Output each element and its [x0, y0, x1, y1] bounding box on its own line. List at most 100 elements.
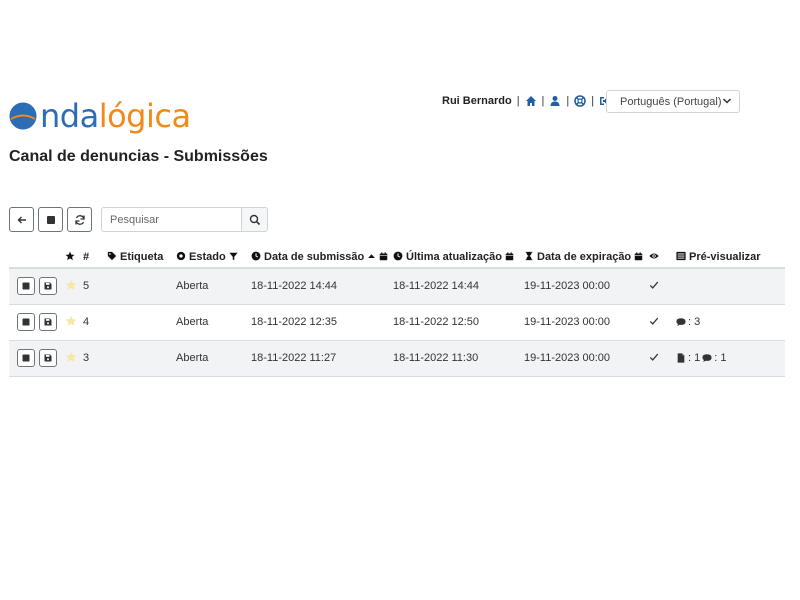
table-row[interactable]: 5 Aberta 18-11-2022 14:44 18-11-2022 14:…	[9, 268, 785, 304]
header-status[interactable]: Estado	[176, 246, 251, 269]
row-id: 5	[83, 268, 107, 304]
save-row-button[interactable]	[39, 313, 57, 331]
sort-ascending-icon[interactable]	[367, 252, 376, 261]
calendar-icon[interactable]	[379, 251, 388, 261]
comment-icon	[702, 354, 712, 363]
save-icon	[44, 354, 52, 362]
header-preview[interactable]: Pré-visualizar	[676, 246, 785, 269]
check-icon	[649, 317, 659, 325]
chevron-down-icon	[722, 98, 732, 104]
star-icon	[65, 351, 77, 362]
row-status: Aberta	[176, 316, 209, 328]
header-star[interactable]	[65, 246, 83, 269]
row-submitted: 18-11-2022 14:44	[251, 268, 393, 304]
list-icon	[676, 251, 686, 260]
row-preview: : 1 : 1	[676, 340, 785, 376]
circle-icon	[176, 251, 186, 260]
clock-icon	[393, 251, 403, 260]
search-button[interactable]	[241, 207, 268, 232]
star-icon	[65, 315, 77, 326]
header-submission-date[interactable]: Data de submissão	[251, 246, 393, 269]
user-icon[interactable]	[549, 95, 561, 107]
row-label	[107, 304, 176, 340]
select-all-button[interactable]	[38, 207, 63, 232]
back-arrow-icon	[17, 216, 26, 223]
header-viewed[interactable]	[649, 246, 676, 269]
header-last-update[interactable]: Última atualização	[393, 246, 524, 269]
comment-count: : 1	[714, 352, 727, 364]
search-group	[101, 207, 268, 232]
row-status: Aberta	[176, 268, 251, 304]
select-row-button[interactable]	[17, 313, 35, 331]
logo-mark-icon	[8, 101, 38, 131]
header-hash[interactable]: #	[83, 246, 107, 269]
refresh-button[interactable]	[67, 207, 92, 232]
row-preview: : 3	[676, 304, 785, 340]
stop-icon	[22, 318, 30, 326]
save-row-button[interactable]	[39, 349, 57, 367]
star-icon	[65, 279, 77, 290]
row-viewed	[649, 268, 676, 304]
table-header-row: # Etiqueta Estado Data de submissão Últi…	[9, 246, 785, 269]
tag-icon	[107, 251, 117, 260]
check-icon	[649, 353, 659, 361]
table-row[interactable]: 3 Aberta 18-11-2022 11:27 18-11-2022 11:…	[9, 340, 785, 376]
file-count: : 1	[688, 352, 701, 364]
row-submitted: 18-11-2022 12:35	[251, 316, 338, 328]
select-row-button[interactable]	[17, 349, 35, 367]
row-actions	[9, 268, 65, 304]
user-name: Rui Bernardo	[442, 95, 512, 107]
refresh-icon	[74, 214, 85, 225]
logo: ndalógica	[8, 96, 191, 136]
table-row[interactable]: 4 Aberta 18-11-2022 12:35 18-11-2022 12:…	[9, 304, 785, 340]
stop-icon	[46, 215, 55, 224]
file-icon	[677, 353, 685, 363]
row-expires: 19-11-2023 00:00	[524, 268, 649, 304]
page-title: Canal de denuncias - Submissões	[9, 148, 268, 165]
check-icon	[649, 281, 659, 289]
hourglass-icon	[525, 251, 533, 260]
row-id: 4	[83, 316, 90, 328]
stop-icon	[22, 354, 30, 362]
row-viewed	[649, 304, 676, 340]
row-viewed	[649, 340, 676, 376]
row-label	[107, 340, 176, 376]
stop-icon	[22, 282, 30, 290]
calendar-icon[interactable]	[505, 251, 514, 261]
row-label	[107, 268, 176, 304]
star-toggle[interactable]	[65, 304, 83, 340]
submissions-table: # Etiqueta Estado Data de submissão Últi…	[9, 246, 785, 377]
back-button[interactable]	[9, 207, 34, 232]
header-label[interactable]: Etiqueta	[107, 246, 176, 269]
logo-text: ndalógica	[40, 97, 191, 135]
row-status: Aberta	[176, 340, 251, 376]
comment-count: : 3	[688, 316, 701, 328]
star-toggle[interactable]	[65, 268, 83, 304]
user-bar: Rui Bernardo | | | |	[442, 94, 611, 108]
star-toggle[interactable]	[65, 340, 83, 376]
help-icon[interactable]	[574, 95, 587, 107]
language-selected: Português (Portugal)	[620, 95, 722, 108]
language-select[interactable]: Português (Portugal)	[606, 90, 740, 113]
save-row-button[interactable]	[39, 277, 57, 296]
row-preview	[676, 268, 785, 304]
search-icon	[249, 214, 260, 225]
row-updated: 18-11-2022 12:50	[393, 316, 480, 328]
search-input[interactable]	[101, 207, 241, 232]
home-icon[interactable]	[525, 95, 537, 107]
row-actions	[9, 340, 65, 376]
filter-icon[interactable]	[229, 252, 238, 261]
row-id: 3	[83, 340, 107, 376]
header-actions	[9, 246, 65, 269]
clock-icon	[251, 251, 261, 260]
eye-icon	[649, 253, 659, 258]
row-updated: 18-11-2022 11:30	[393, 340, 524, 376]
header-expiration[interactable]: Data de expiração	[524, 246, 649, 269]
save-icon	[44, 282, 52, 290]
comment-icon	[676, 318, 686, 327]
select-row-button[interactable]	[17, 277, 35, 296]
row-expires: 19-11-2023 00:00	[524, 316, 611, 328]
toolbar	[9, 207, 268, 232]
calendar-icon[interactable]	[634, 251, 643, 261]
star-icon	[65, 251, 75, 260]
